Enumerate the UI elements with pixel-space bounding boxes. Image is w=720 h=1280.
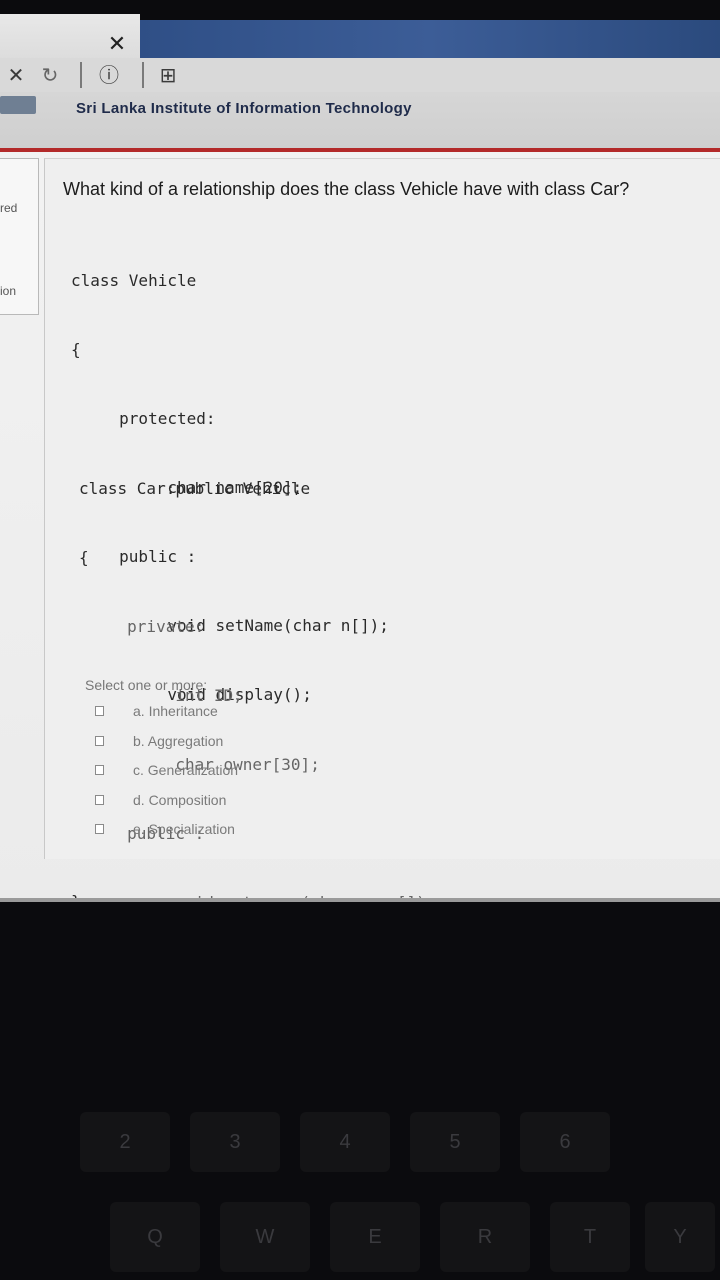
option-label[interactable]: b. Aggregation <box>133 733 223 749</box>
refresh-icon[interactable]: ↻ <box>38 62 62 88</box>
option-e[interactable]: e. Specialization <box>95 821 335 843</box>
toolbar-divider <box>142 62 144 88</box>
code-line: protected: <box>71 409 216 428</box>
option-label[interactable]: a. Inheritance <box>133 703 218 719</box>
keyboard-key: 6 <box>520 1112 610 1172</box>
keyboard-key: E <box>330 1202 420 1272</box>
toolbar-divider <box>80 62 82 88</box>
code-line: { <box>79 548 89 567</box>
code-line: class Car:public Vehicle <box>79 479 311 498</box>
laptop-keyboard: 2 3 4 5 6 Q W E R T Y <box>0 902 720 1280</box>
quiz-info-panel: red ion <box>0 158 39 315</box>
keyboard-key: W <box>220 1202 310 1272</box>
code-line: class Vehicle <box>71 271 197 290</box>
option-checkbox[interactable] <box>95 795 104 805</box>
keyboard-key: 5 <box>410 1112 500 1172</box>
keyboard-key: 4 <box>300 1112 390 1172</box>
keyboard-key: Y <box>645 1202 715 1272</box>
option-checkbox[interactable] <box>95 765 104 775</box>
stop-icon[interactable]: ✕ <box>4 62 28 88</box>
keyboard-key: 2 <box>80 1112 170 1172</box>
select-instruction: Select one or more: <box>85 677 208 693</box>
panel-item-status: red <box>0 201 18 215</box>
keyboard-key: 3 <box>190 1112 280 1172</box>
option-label[interactable]: d. Composition <box>133 792 226 808</box>
tab-close-icon[interactable]: ✕ <box>104 30 130 60</box>
browser-title-band <box>140 20 720 60</box>
quiz-page: red ion What kind of a relationship does… <box>0 152 720 1119</box>
option-a[interactable]: a. Inheritance <box>95 703 335 725</box>
browser-tab[interactable]: ✕ <box>0 14 140 60</box>
new-tab-icon[interactable]: ⊞ <box>156 62 180 88</box>
option-checkbox[interactable] <box>95 824 104 834</box>
option-checkbox[interactable] <box>95 736 104 746</box>
option-d[interactable]: d. Composition <box>95 792 335 814</box>
site-logo[interactable] <box>0 96 36 114</box>
option-b[interactable]: b. Aggregation <box>95 733 335 755</box>
info-icon[interactable]: ⓘ <box>96 62 122 88</box>
option-checkbox[interactable] <box>95 706 104 716</box>
option-c[interactable]: c. Generalization <box>95 762 335 784</box>
keyboard-key: R <box>440 1202 530 1272</box>
site-header: Sri Lanka Institute of Information Techn… <box>0 92 720 148</box>
option-label[interactable]: e. Specialization <box>133 821 235 837</box>
panel-item-question: ion <box>0 284 17 298</box>
option-label[interactable]: c. Generalization <box>133 762 238 778</box>
keyboard-key: T <box>550 1202 630 1272</box>
keyboard-key: Q <box>110 1202 200 1272</box>
browser-toolbar: ✕ ↻ ⓘ ⊞ <box>0 58 720 93</box>
code-line: { <box>71 340 81 359</box>
site-title: Sri Lanka Institute of Information Techn… <box>76 100 412 117</box>
question-box: What kind of a relationship does the cla… <box>44 158 720 1119</box>
question-text: What kind of a relationship does the cla… <box>63 179 630 199</box>
code-line: private: <box>79 617 205 636</box>
